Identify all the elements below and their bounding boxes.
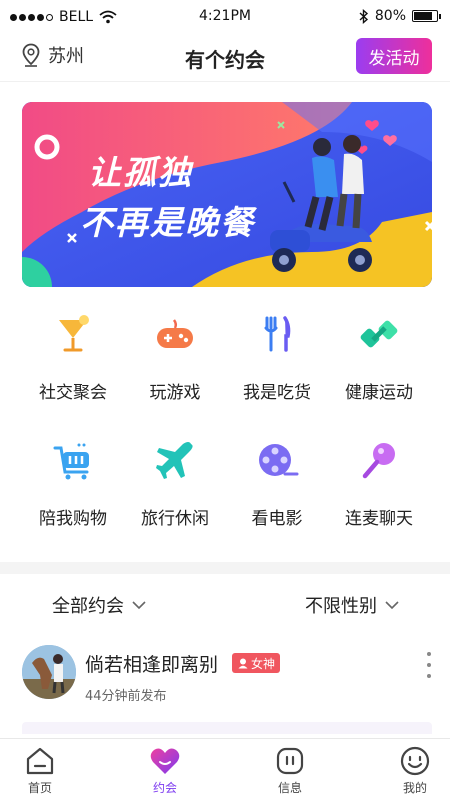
location-selector[interactable]: 苏州 xyxy=(22,42,84,68)
profile-icon xyxy=(400,746,430,776)
publish-activity-button[interactable]: 发活动 xyxy=(356,38,432,74)
location-pin-icon xyxy=(22,43,40,67)
tab-dates[interactable]: 约会 xyxy=(125,745,205,796)
battery-icon xyxy=(412,10,441,22)
tab-messages[interactable]: 信息 xyxy=(250,745,330,796)
tab-home[interactable]: 首页 xyxy=(0,745,80,796)
airplane-icon xyxy=(156,442,193,479)
section-divider xyxy=(0,562,450,574)
tab-label: 我的 xyxy=(402,781,427,795)
avatar[interactable] xyxy=(22,645,76,699)
category-label: 健康运动 xyxy=(345,383,413,403)
category-label: 旅行休闲 xyxy=(141,509,209,529)
heart-icon xyxy=(150,748,180,774)
date-type-filter[interactable]: 全部约会 xyxy=(52,592,146,618)
category-fitness[interactable]: 健康运动 xyxy=(328,312,430,422)
category-shopping[interactable]: 陪我购物 xyxy=(22,438,124,548)
battery-percent: 80% xyxy=(374,8,406,24)
category-label: 玩游戏 xyxy=(149,383,201,403)
tab-label: 首页 xyxy=(27,781,52,795)
tab-profile[interactable]: 我的 xyxy=(375,745,450,796)
chevron-down-icon xyxy=(385,600,399,609)
tab-label: 信息 xyxy=(277,781,302,795)
location-name: 苏州 xyxy=(48,46,84,67)
category-label: 陪我购物 xyxy=(39,509,107,529)
shopping-cart-icon xyxy=(53,443,89,480)
bluetooth-icon xyxy=(359,8,368,24)
female-avatar-icon xyxy=(238,658,248,669)
film-reel-icon xyxy=(259,444,299,476)
status-bar: BELL 4:21PM 80% xyxy=(0,0,450,34)
category-social-party[interactable]: 社交聚会 xyxy=(22,312,124,422)
category-movies[interactable]: 看电影 xyxy=(226,438,328,548)
banner-headline-line1: 让孤独 xyxy=(88,153,193,192)
cocktail-icon xyxy=(59,315,89,352)
message-icon xyxy=(276,747,304,775)
avatar-photo xyxy=(22,645,76,699)
gender-filter[interactable]: 不限性别 xyxy=(305,592,399,618)
category-voice-chat[interactable]: 连麦聊天 xyxy=(328,438,430,548)
category-foodie[interactable]: 我是吃货 xyxy=(226,312,328,422)
chevron-down-icon xyxy=(132,600,146,609)
more-options-icon[interactable] xyxy=(424,652,434,678)
app-header: 苏州 有个约会 发活动 xyxy=(0,34,450,82)
bottom-tab-bar: 首页 约会 信息 我的 xyxy=(0,738,450,800)
post-author-name[interactable]: 倘若相逢即离别 xyxy=(85,650,218,677)
microphone-icon xyxy=(362,443,395,479)
tab-label: 约会 xyxy=(152,781,177,795)
goddess-badge: 女神 xyxy=(232,653,281,673)
date-type-filter-label: 全部约会 xyxy=(52,596,124,617)
promo-banner[interactable]: 让孤独 不再是晚餐 xyxy=(22,102,432,287)
home-icon xyxy=(26,747,54,775)
fork-knife-icon xyxy=(264,316,291,352)
category-label: 连麦聊天 xyxy=(345,509,413,529)
category-games[interactable]: 玩游戏 xyxy=(124,312,226,422)
gender-filter-label: 不限性别 xyxy=(305,596,377,617)
gamepad-icon xyxy=(157,319,193,348)
date-post-card[interactable]: 倘若相逢即离别 女神 44分钟前发布 xyxy=(0,640,450,734)
banner-illustration xyxy=(22,102,432,287)
post-content-preview xyxy=(22,722,432,734)
category-label: 社交聚会 xyxy=(39,383,107,403)
category-label: 我是吃货 xyxy=(243,383,311,403)
badge-label: 女神 xyxy=(251,656,276,671)
post-time: 44分钟前发布 xyxy=(85,689,167,704)
category-label: 看电影 xyxy=(251,509,303,529)
banner-headline-line2: 不再是晚餐 xyxy=(80,203,255,242)
category-travel[interactable]: 旅行休闲 xyxy=(124,438,226,548)
dumbbell-icon xyxy=(360,320,398,348)
